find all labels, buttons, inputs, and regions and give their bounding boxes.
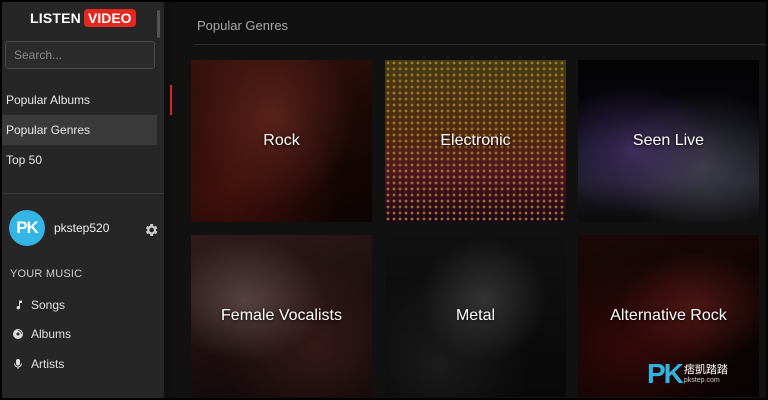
sidebar-scrollbar[interactable] [157, 10, 160, 38]
watermark-text: 痞凱踏踏 pkstep.com [684, 364, 728, 385]
sidebar-item-artists[interactable]: Artists [12, 357, 64, 371]
genre-tile-metal[interactable]: Metal [385, 235, 566, 397]
genre-tile-seen-live[interactable]: Seen Live [578, 60, 759, 222]
sidebar-item-label: Popular Genres [6, 123, 91, 137]
sidebar-item-songs[interactable]: Songs [12, 298, 65, 312]
watermark-url: pkstep.com [683, 376, 720, 384]
avatar-text: PK [16, 218, 39, 237]
logo-word-video: VIDEO [83, 9, 136, 27]
genre-label: Alternative Rock [610, 307, 727, 324]
genre-label: Electronic [440, 132, 511, 149]
your-music-heading: YOUR MUSIC [10, 268, 83, 280]
avatar[interactable]: PK [9, 210, 45, 246]
microphone-icon [14, 359, 22, 369]
main-content: Popular Genres Rock Electronic Seen Live… [172, 0, 768, 400]
sidebar-item-label: Artists [31, 357, 65, 371]
music-note-icon [16, 300, 22, 310]
sidebar: LISTEN VIDEO Popular Albums Popular Genr… [0, 0, 172, 400]
watermark-logo: PK [647, 358, 684, 389]
sidebar-nav: Popular Albums Popular Genres Top 50 [0, 85, 172, 175]
logo-word-listen: LISTEN [30, 10, 81, 26]
genre-label: Seen Live [632, 132, 705, 149]
page-title: Popular Genres [197, 18, 289, 33]
gear-icon[interactable] [143, 222, 159, 238]
genre-tile-female-vocalists[interactable]: Female Vocalists [191, 235, 372, 397]
genre-tile-rock[interactable]: Rock [191, 60, 372, 222]
watermark: PK 痞凱踏踏 pkstep.com [647, 360, 728, 388]
sidebar-item-label: Top 50 [6, 153, 43, 167]
sidebar-item-label: Popular Albums [6, 93, 91, 107]
sidebar-item-label: Songs [31, 298, 66, 312]
genre-tile-electronic[interactable]: Electronic [385, 60, 566, 222]
sidebar-divider [0, 193, 164, 194]
app-logo[interactable]: LISTEN VIDEO [30, 8, 136, 28]
genre-label: Female Vocalists [221, 307, 342, 324]
genre-label: Metal [455, 307, 496, 324]
sidebar-item-label: Albums [31, 327, 72, 341]
sidebar-item-albums[interactable]: Albums [12, 327, 71, 341]
sidebar-item-popular-genres[interactable]: Popular Genres [0, 115, 157, 145]
username[interactable]: pkstep520 [54, 221, 109, 235]
disc-icon [13, 329, 23, 339]
search-input[interactable] [5, 41, 155, 69]
sidebar-item-popular-albums[interactable]: Popular Albums [0, 85, 172, 115]
sidebar-item-top-50[interactable]: Top 50 [0, 145, 157, 175]
title-divider [194, 44, 768, 45]
watermark-cn: 痞凱踏踏 [683, 363, 728, 376]
genre-label: Rock [263, 132, 300, 149]
